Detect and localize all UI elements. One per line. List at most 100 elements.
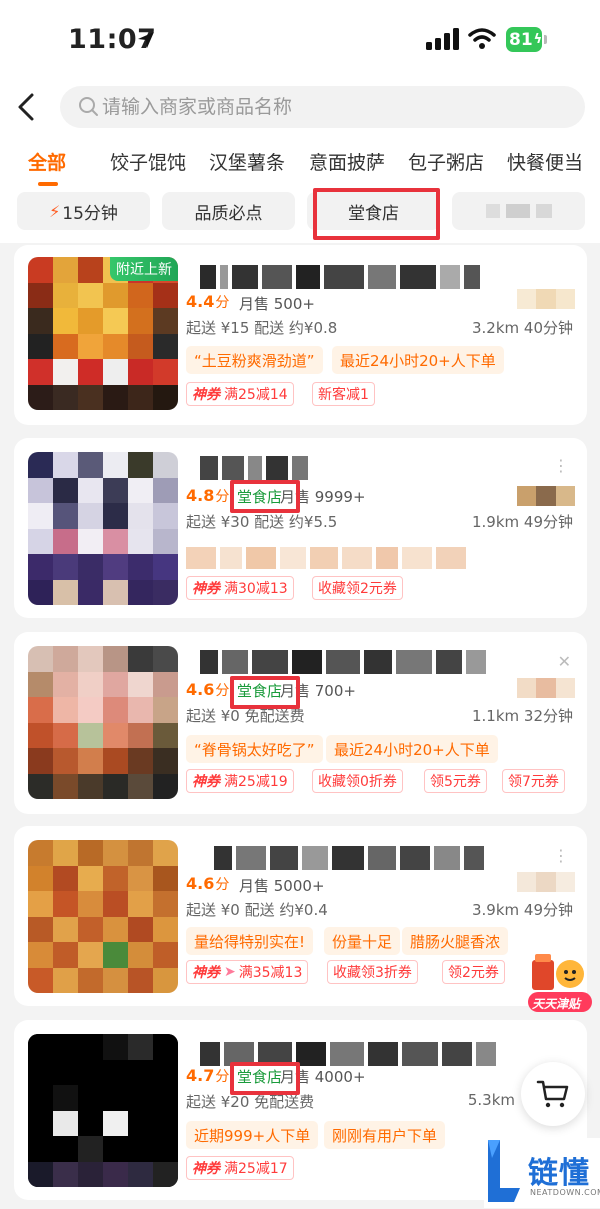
rating-unit: 分 (215, 1069, 230, 1085)
promo-text: 收藏领3折券 (333, 965, 412, 981)
search-bar[interactable] (60, 86, 585, 128)
rating-value: 4.6 (186, 680, 215, 699)
pixelated-image (28, 1034, 178, 1187)
blurred-block (535, 204, 552, 218)
dine-in-badge: 堂食店 (237, 488, 283, 506)
search-icon (79, 97, 98, 116)
store-thumbnail: 附近上新 (28, 257, 178, 410)
promo-coupon[interactable]: 领2元券 (442, 960, 505, 984)
brand-thumbnail (517, 872, 575, 892)
promo-text: 收藏领0折券 (318, 774, 397, 790)
monthly-sales: 月售 4000+ (280, 1068, 366, 1086)
promo-coupon[interactable]: 神券 满30减13 (186, 576, 294, 600)
promo-coupon[interactable]: 收藏领3折券 (327, 960, 418, 984)
promo-text: 领7元券 (508, 774, 559, 790)
header: 全部 饺子馄饨 汉堡薯条 意面披萨 包子粥店 快餐便当 ⚡15分钟 品质必点 堂… (0, 78, 600, 243)
distance-time: 1.9km 49分钟 (471, 513, 573, 531)
promo-coupon[interactable]: 收藏领0折券 (312, 769, 403, 793)
wifi-icon (468, 28, 496, 49)
filter-row: ⚡ 15分钟 品质必点 堂食店 (0, 192, 600, 234)
more-options-icon[interactable]: ⋮ (553, 456, 569, 475)
tab-all[interactable]: 全部 (28, 148, 66, 175)
promo-coupon[interactable]: 神券 满25减17 (186, 1156, 294, 1180)
lightning-icon: ⚡ (49, 201, 61, 221)
filter-label: 品质必点 (194, 203, 263, 224)
watermark-brand: 链懂 (528, 1156, 590, 1191)
monthly-sales: 月售 5000+ (239, 877, 325, 895)
distance-time: 3.2km 40分钟 (471, 319, 573, 337)
status-bar: 11:07 81 ϟ (0, 0, 600, 78)
cellular-signal-icon (426, 28, 459, 50)
distance-time: 1.1km 32分钟 (471, 707, 573, 725)
promo-coupon[interactable]: 神券 满25减14 (186, 382, 294, 406)
promo-text: 满25减17 (224, 1161, 288, 1177)
search-input[interactable] (102, 86, 562, 128)
store-card[interactable]: 附近上新 4.4分 月售 500+ 起送 ¥15 配送 约¥0.8 3.2km … (14, 245, 587, 425)
highlight-chip: 刚刚有用户下单 (324, 1121, 446, 1149)
pixelated-image (28, 840, 178, 993)
filter-label: 15分钟 (62, 203, 118, 224)
filter-blurred[interactable] (452, 192, 585, 230)
dine-in-badge: 堂食店 (237, 1068, 283, 1086)
store-thumbnail (28, 1034, 178, 1187)
store-rating: 4.7分 (186, 1066, 229, 1086)
promo-prefix: 神券 (192, 965, 220, 981)
filter-dine-in[interactable]: 堂食店 (307, 192, 440, 230)
promo-prefix: 神券 (192, 581, 220, 597)
tab-dumplings[interactable]: 饺子馄饨 (110, 148, 186, 175)
promo-coupon[interactable]: 新客减1 (312, 382, 375, 406)
highlight-chip: “土豆粉爽滑劲道” (186, 346, 323, 374)
brand-thumbnail (517, 289, 575, 309)
battery-indicator: 81 ϟ (506, 27, 542, 52)
promo-prefix: 神券 (192, 774, 220, 790)
filter-quality[interactable]: 品质必点 (162, 192, 295, 230)
store-thumbnail (28, 646, 178, 799)
highlight-chip: “脊骨锅太好吃了” (186, 735, 323, 763)
store-thumbnail (28, 840, 178, 993)
watermark-logo: 链懂 NEATDOWN.COM (484, 1138, 600, 1208)
promo-coupon[interactable]: 神券 ➤ 满35减13 (186, 960, 309, 984)
distance-time: 5.3km (467, 1091, 515, 1109)
filter-label: 堂食店 (348, 203, 399, 224)
new-nearby-tag: 附近上新 (110, 257, 178, 281)
promo-text: 满35减13 (238, 965, 303, 981)
tab-fast-food[interactable]: 快餐便当 (507, 148, 583, 175)
battery-level: 81 (509, 29, 533, 50)
tab-buns-porridge[interactable]: 包子粥店 (408, 148, 484, 175)
highlight-chip: 近期999+人下单 (186, 1121, 319, 1149)
cart-button[interactable] (521, 1062, 585, 1126)
close-icon[interactable]: ✕ (558, 652, 571, 671)
promo-coupon[interactable]: 收藏领2元券 (312, 576, 403, 600)
promo-coupon[interactable]: 领7元券 (502, 769, 565, 793)
promo-coupon[interactable]: 神券 满25减19 (186, 769, 294, 793)
promo-coupon[interactable]: 领5元券 (424, 769, 487, 793)
tab-burgers[interactable]: 汉堡薯条 (209, 148, 285, 175)
back-arrow-icon[interactable] (14, 92, 38, 122)
pixelated-image (28, 646, 178, 799)
highlight-chip: 腊肠火腿香浓 (402, 927, 509, 955)
store-card[interactable]: ⋮ 4.8分 堂食店 月售 9999+ 起送 ¥30 配送 约¥5.5 1.9k… (14, 438, 587, 618)
promo-prefix: 神券 (192, 387, 220, 403)
store-rating: 4.8分 (186, 486, 229, 506)
more-options-icon[interactable]: ⋮ (553, 846, 569, 865)
tab-pasta-pizza[interactable]: 意面披萨 (309, 148, 385, 175)
daily-subsidy-float[interactable]: 天天津贴 (526, 950, 594, 1016)
rating-value: 4.7 (186, 1066, 215, 1085)
cart-icon (536, 1080, 569, 1108)
daily-subsidy-label: 天天津贴 (532, 997, 581, 1011)
rating-unit: 分 (215, 877, 230, 893)
filter-15min[interactable]: ⚡ 15分钟 (17, 192, 150, 230)
monthly-sales: 月售 700+ (280, 682, 356, 700)
store-rating: 4.6分 (186, 680, 229, 700)
promo-text: 新客减1 (318, 387, 369, 403)
watermark-l-icon (488, 1140, 520, 1202)
blurred-store-name (200, 456, 308, 480)
promo-text: 满25减14 (224, 387, 288, 403)
blurred-store-name (214, 846, 484, 870)
store-card[interactable]: ⋮ 4.6分 月售 5000+ 起送 ¥0 配送 约¥0.4 3.9km 49分… (14, 826, 587, 1006)
charging-bolt-icon: ϟ (533, 32, 543, 47)
rating-value: 4.8 (186, 486, 215, 505)
promo-text: 满30减13 (224, 581, 288, 597)
store-card[interactable]: ✕ 4.6分 堂食店 月售 700+ 起送 ¥0 免配送费 1.1km 32分钟… (14, 632, 587, 814)
delivery-info: 起送 ¥15 配送 约¥0.8 (186, 319, 338, 337)
